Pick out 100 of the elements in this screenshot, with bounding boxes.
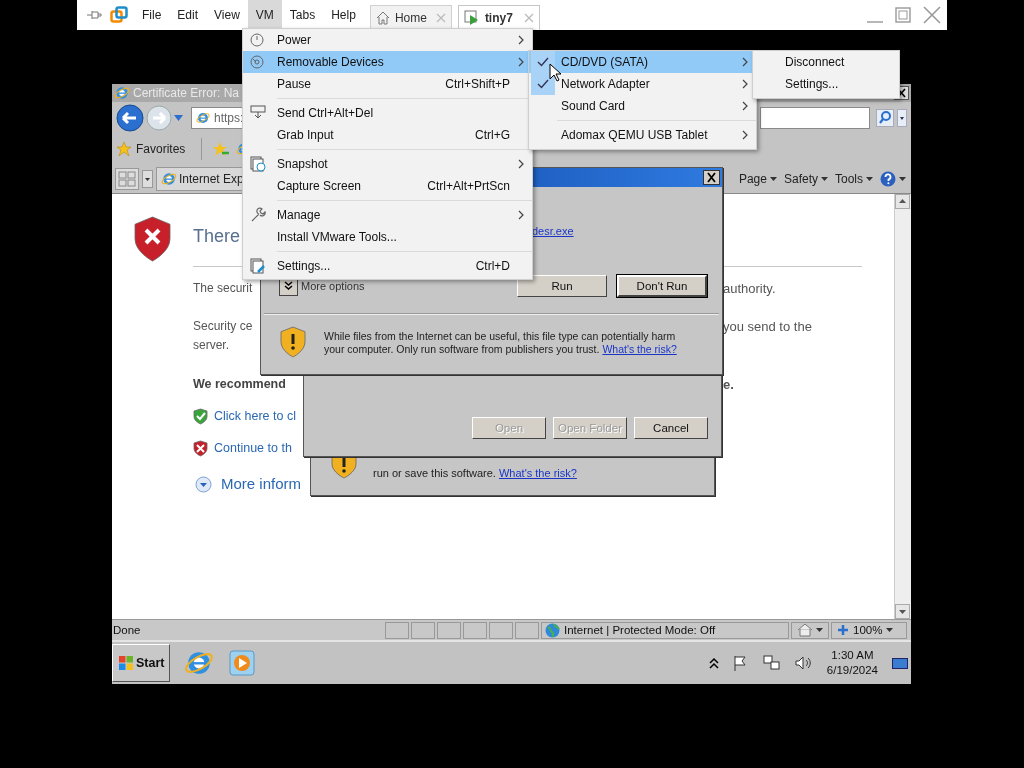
forward-icon <box>146 105 172 131</box>
media-player-icon <box>228 649 257 677</box>
dialog-button[interactable]: Cancel <box>634 417 708 439</box>
speaker-icon <box>794 655 813 671</box>
add-favorite-icon <box>212 141 231 157</box>
search-icon <box>876 109 894 127</box>
scroll-up-icon <box>895 194 910 209</box>
disc-icon <box>250 55 264 69</box>
app-logo-icon <box>110 6 128 24</box>
close-icon <box>523 13 534 23</box>
menu-item[interactable]: Settings... <box>753 73 899 95</box>
paragraph-text: server. <box>193 337 229 354</box>
globe-icon <box>545 622 560 638</box>
menu-item[interactable]: Network Adapter <box>529 73 756 95</box>
chevron-up-icon <box>708 657 719 669</box>
caret-icon <box>821 176 828 181</box>
recommendation-text: e. <box>723 376 734 394</box>
warning-text: run or save this software. What's the risk? <box>373 467 577 479</box>
recommendation-heading: We recommend <box>193 376 286 393</box>
toolbar-menu[interactable]: Safety <box>781 171 830 186</box>
caret-icon <box>816 628 823 632</box>
menu-item[interactable]: Manage <box>243 204 532 226</box>
risk-link[interactable]: What's the risk? <box>498 467 577 479</box>
close-icon <box>703 170 720 185</box>
menu-item[interactable]: Edit <box>169 0 207 30</box>
browser-logo-icon <box>161 170 177 187</box>
windows-logo-icon <box>118 655 134 671</box>
paragraph-text: authority. <box>723 280 776 298</box>
link[interactable]: Continue to th <box>214 439 292 458</box>
risk-link[interactable]: What's the risk? <box>602 343 677 355</box>
warning-text: While files from the Internet can be useful, this file type can potentially harm your computer. Only run software from publishers you trust. What's the risk? <box>324 330 678 356</box>
expand-icon <box>195 475 212 493</box>
toolbar-menu[interactable]: Page <box>736 171 779 186</box>
power-icon <box>250 33 264 47</box>
zoom-icon <box>837 624 849 636</box>
help-menu[interactable] <box>878 170 908 187</box>
vm-icon <box>463 10 480 26</box>
window-title: Certificate Error: Na <box>133 86 240 100</box>
error-shield-icon <box>134 216 171 262</box>
help-icon <box>880 170 896 187</box>
flag-icon <box>732 655 749 671</box>
scroll-down-icon <box>895 604 910 619</box>
restore-icon <box>894 6 912 24</box>
zone-indicator: Internet | Protected Mode: Off <box>541 621 789 639</box>
start-button[interactable]: Start <box>112 644 171 682</box>
tab-grid-icon <box>115 167 139 190</box>
menu-item[interactable]: Help <box>323 0 364 30</box>
menu-item[interactable]: Power <box>243 29 532 51</box>
tab[interactable]: tiny7 <box>457 5 540 30</box>
paragraph-text: The securit <box>193 280 253 297</box>
caret-icon <box>174 115 183 121</box>
home-icon <box>375 11 390 25</box>
close-icon <box>922 5 942 25</box>
page-icon <box>196 111 210 125</box>
status-text: Done <box>112 624 142 636</box>
protected-mode-button[interactable] <box>791 621 829 639</box>
menu-item[interactable]: Pause Ctrl+Shift+P <box>243 73 532 95</box>
menu-item[interactable]: Disconnect <box>753 51 899 73</box>
toolbar-menu[interactable]: Tools <box>833 171 875 186</box>
check-shield-icon <box>193 408 208 425</box>
error-shield-icon <box>193 440 208 457</box>
dialog-button[interactable]: Don't Run <box>617 275 707 297</box>
file-link[interactable]: desr.exe <box>532 225 574 237</box>
menu-item[interactable]: VM <box>247 0 282 30</box>
menu-item[interactable]: Sound Card <box>529 95 756 117</box>
browser-logo-icon <box>114 85 130 101</box>
snapshot-icon <box>250 156 266 172</box>
favorites-button[interactable]: Favorites <box>116 141 192 157</box>
scrollbar[interactable] <box>894 194 911 619</box>
menu-item[interactable]: Install VMware Tools... <box>243 226 532 248</box>
menu-item[interactable]: View <box>206 0 248 30</box>
caret-icon <box>142 169 153 188</box>
caret-icon <box>886 628 894 632</box>
dialog-button[interactable]: Run <box>517 275 607 297</box>
zoom-button[interactable]: 100% <box>831 621 907 639</box>
star-icon <box>116 141 132 157</box>
house-icon <box>797 623 813 637</box>
caret-icon <box>866 176 873 181</box>
caret-icon <box>899 176 906 181</box>
menu-item[interactable]: Tabs <box>281 0 324 30</box>
settings-icon <box>250 258 266 274</box>
show-desktop-icon <box>892 655 908 671</box>
tab[interactable]: Home <box>369 5 452 30</box>
menu-item[interactable]: File <box>134 0 170 30</box>
page-heading: There <box>193 225 241 248</box>
caret-icon <box>897 109 907 127</box>
search-field[interactable] <box>760 107 870 129</box>
clock-time: 1:30 AM <box>831 648 874 663</box>
close-icon <box>435 13 446 23</box>
menu-item[interactable]: Adomax QEMU USB Tablet <box>529 124 756 146</box>
link[interactable]: Click here to cl <box>214 407 296 426</box>
wrench-icon <box>250 207 266 223</box>
back-icon <box>116 104 144 132</box>
menu-item[interactable]: Settings... Ctrl+D <box>243 255 532 277</box>
caret-icon <box>769 176 777 181</box>
paragraph-text: Security ce <box>193 318 253 335</box>
network-icon <box>762 655 781 671</box>
minimize-icon <box>866 21 884 23</box>
link[interactable]: More inform <box>221 473 302 495</box>
paragraph-text: you send to the <box>723 318 812 336</box>
